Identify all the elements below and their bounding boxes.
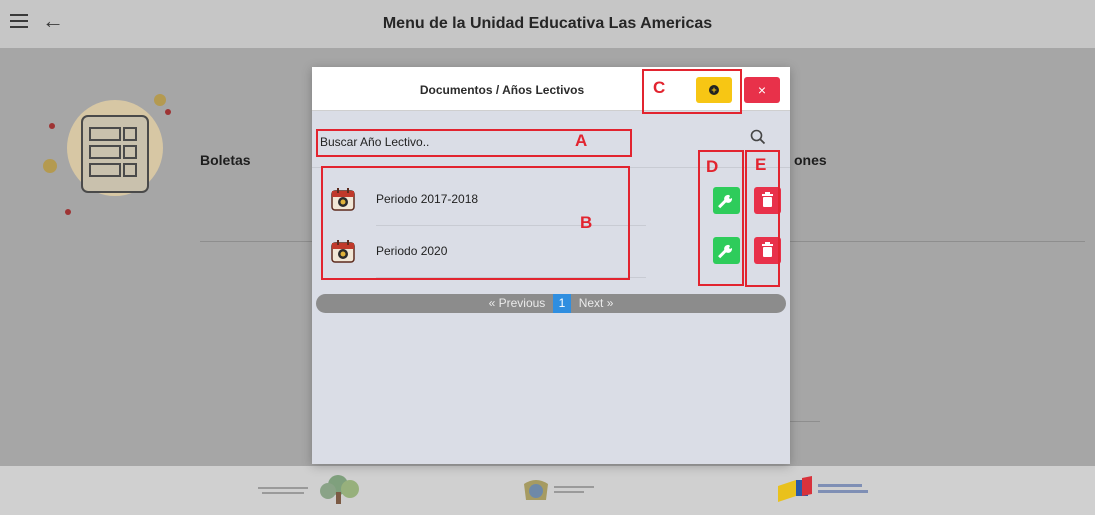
next-page-link[interactable]: Next » [575, 294, 618, 313]
pagination: « Previous 1 Next » [316, 294, 786, 313]
close-button[interactable]: × [744, 77, 780, 103]
search-icon[interactable] [750, 129, 766, 145]
annotation-box-d [698, 150, 744, 286]
annotation-label-c: C [653, 78, 666, 97]
checklist-illustration-icon [43, 94, 171, 215]
annotation-label-b: B [580, 213, 593, 232]
annotation-label-e: E [755, 155, 767, 174]
annotation-label-d: D [706, 157, 719, 176]
annotation-label-a: A [575, 131, 588, 150]
ministry-tree-logo-icon [258, 475, 359, 504]
app-bar: ← Menu de la Unidad Educativa Las Americ… [0, 0, 1095, 48]
ministerio-educacion-logo-icon [778, 476, 868, 502]
divider [200, 241, 312, 242]
page-title: Menu de la Unidad Educativa Las Americas [382, 15, 713, 32]
boletas-label[interactable]: Boletas [200, 152, 251, 168]
card-right-label[interactable]: ones [794, 152, 827, 168]
previous-page-link[interactable]: « Previous [485, 294, 550, 313]
ecuador-shield-logo-icon [524, 480, 594, 500]
divider [790, 241, 1085, 242]
current-page[interactable]: 1 [552, 294, 572, 313]
dialog-title: Documentos / Años Lectivos [419, 83, 585, 97]
footer [0, 466, 1095, 515]
divider [790, 421, 820, 422]
